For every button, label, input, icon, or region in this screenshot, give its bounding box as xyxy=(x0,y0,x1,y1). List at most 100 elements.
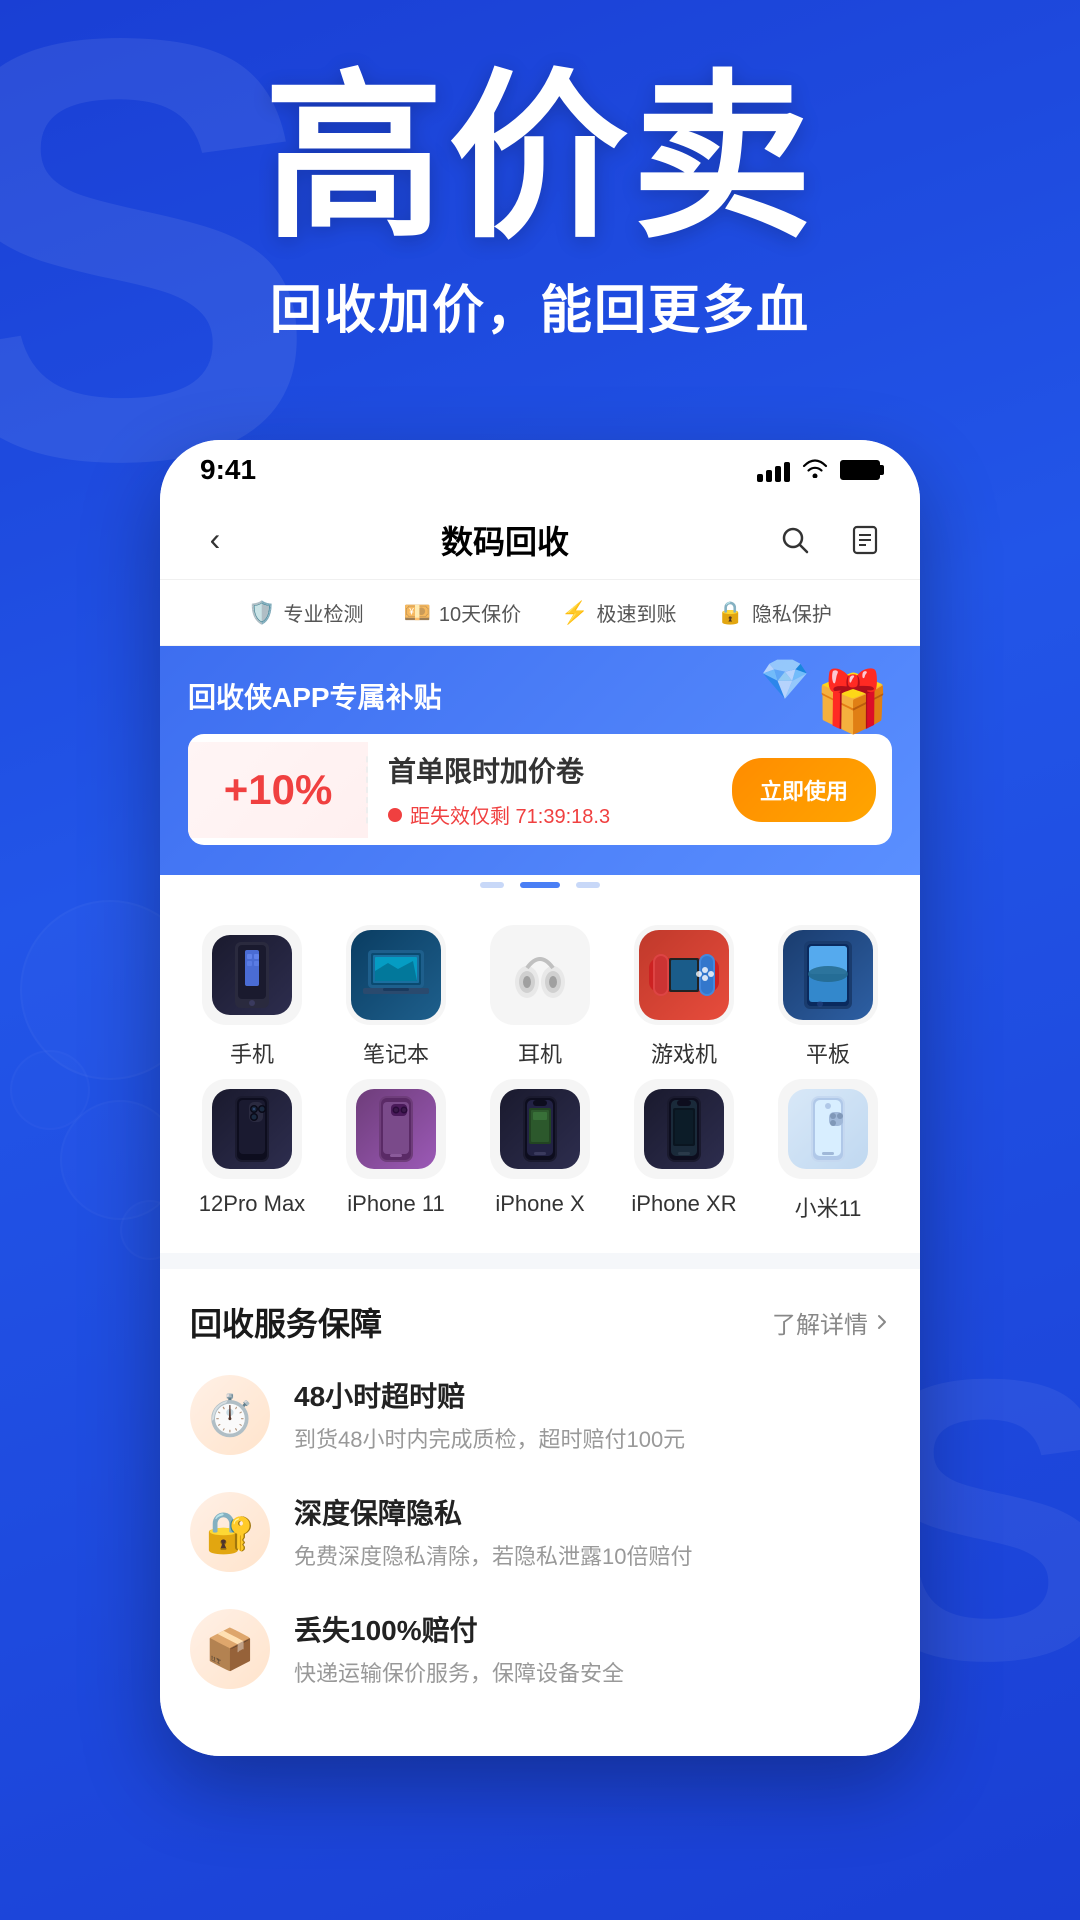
status-time: 9:41 xyxy=(200,454,256,486)
feature-privacy: 🔒 隐私保护 xyxy=(717,598,832,627)
document-button[interactable] xyxy=(840,515,890,565)
tablet-icon xyxy=(783,930,873,1020)
service-content-lost: 丢失100%赔付 快递运输保价服务，保障设备安全 xyxy=(294,1609,890,1690)
iphonex-icon-wrap xyxy=(490,1079,590,1179)
feature-fast-payment: ⚡ 极速到账 xyxy=(561,598,676,627)
coupon-discount: +10% xyxy=(188,742,368,838)
timer-icon: ⏱️ xyxy=(205,1392,255,1439)
category-laptop-label: 笔记本 xyxy=(363,1037,429,1069)
service-icon-lost: 📦 xyxy=(190,1609,270,1689)
bubble-3 xyxy=(10,1050,90,1130)
category-iphonex[interactable]: iPhone X xyxy=(475,1079,605,1223)
category-tablet[interactable]: 平板 xyxy=(763,925,893,1069)
service-icon-48h: ⏱️ xyxy=(190,1375,270,1455)
service-content-privacy: 深度保障隐私 免费深度隐私清除，若隐私泄露10倍赔付 xyxy=(294,1492,890,1573)
service-section: 回收服务保障 了解详情 ⏱️ 48小时超时赔 到货48小时内完成质检，超时赔付1… xyxy=(160,1269,920,1756)
yen-icon: 💴 xyxy=(403,600,430,626)
category-earphone[interactable]: 耳机 xyxy=(475,925,605,1069)
category-laptop[interactable]: 笔记本 xyxy=(331,925,461,1069)
earphone-icon xyxy=(495,930,585,1020)
privacy-icon: 🔐 xyxy=(205,1509,255,1556)
category-iphone11-label: iPhone 11 xyxy=(347,1191,444,1217)
service-desc-48h: 到货48小时内完成质检，超时赔付100元 xyxy=(294,1423,890,1456)
feature-label-2: 10天保价 xyxy=(439,598,521,627)
timer-dot xyxy=(388,808,402,822)
section-divider xyxy=(160,1253,920,1269)
category-xiaomi11[interactable]: 小米11 xyxy=(763,1079,893,1223)
12promax-icon xyxy=(212,1089,292,1169)
nav-title: 数码回收 xyxy=(441,517,569,563)
category-iphonexr[interactable]: iPhone XR xyxy=(619,1079,749,1223)
service-icon-privacy: 🔐 xyxy=(190,1492,270,1572)
phone-mockup: 9:41 ‹ 数码回收 xyxy=(160,440,920,1756)
phone-icon xyxy=(212,935,292,1015)
game-icon-wrap xyxy=(634,925,734,1025)
service-header: 回收服务保障 了解详情 xyxy=(190,1299,890,1345)
signal-icon xyxy=(757,458,790,482)
diamond-decoration: 💎 xyxy=(760,656,810,703)
tablet-icon-wrap xyxy=(778,925,878,1025)
scroll-dot-3 xyxy=(576,882,600,888)
lightning-icon: ⚡ xyxy=(561,600,588,626)
scroll-dot-1 xyxy=(480,882,504,888)
category-xiaomi11-label: 小米11 xyxy=(795,1191,862,1223)
scroll-indicator xyxy=(160,875,920,895)
coupon-name: 首单限时加价卷 xyxy=(388,750,712,790)
feature-label-3: 极速到账 xyxy=(597,598,677,627)
category-iphonex-label: iPhone X xyxy=(495,1191,584,1217)
banner-section: 🎁 💎 回收侠APP专属补贴 +10% 首单限时加价卷 距失效仅剩 71:39:… xyxy=(160,646,920,875)
category-row-1: 手机 xyxy=(180,925,900,1069)
lock-icon: 🔒 xyxy=(717,600,744,626)
service-title: 回收服务保障 xyxy=(190,1299,382,1345)
package-icon: 📦 xyxy=(205,1626,255,1673)
category-12promax[interactable]: 12Pro Max xyxy=(187,1079,317,1223)
category-phone[interactable]: 手机 xyxy=(187,925,317,1069)
status-bar: 9:41 xyxy=(160,440,920,500)
coupon-card: +10% 首单限时加价卷 距失效仅剩 71:39:18.3 立即使用 xyxy=(188,734,892,845)
feature-professional: 🛡️ 专业检测 xyxy=(248,598,363,627)
category-phone-label: 手机 xyxy=(230,1037,274,1069)
service-desc-lost: 快递运输保价服务，保障设备安全 xyxy=(294,1657,890,1690)
service-name-lost: 丢失100%赔付 xyxy=(294,1609,890,1649)
features-bar: 🛡️ 专业检测 💴 10天保价 ⚡ 极速到账 🔒 隐私保护 xyxy=(160,580,920,646)
category-12promax-label: 12Pro Max xyxy=(199,1191,305,1217)
service-item-48h: ⏱️ 48小时超时赔 到货48小时内完成质检，超时赔付100元 xyxy=(190,1375,890,1456)
service-content-48h: 48小时超时赔 到货48小时内完成质检，超时赔付100元 xyxy=(294,1375,890,1456)
nav-actions xyxy=(770,515,890,565)
iphonexr-icon-wrap xyxy=(634,1079,734,1179)
game-icon xyxy=(639,930,729,1020)
battery-icon xyxy=(840,460,880,480)
iphone11-icon-wrap xyxy=(346,1079,446,1179)
category-iphone11[interactable]: iPhone 11 xyxy=(331,1079,461,1223)
gift-decoration: 🎁 xyxy=(815,666,890,737)
laptop-icon xyxy=(351,930,441,1020)
category-row-2: 12Pro Max xyxy=(180,1079,900,1223)
service-more-link[interactable]: 了解详情 xyxy=(772,1305,890,1340)
category-game[interactable]: 游戏机 xyxy=(619,925,749,1069)
coupon-info: 首单限时加价卷 距失效仅剩 71:39:18.3 xyxy=(368,734,732,845)
service-more-label: 了解详情 xyxy=(772,1305,868,1340)
status-icons xyxy=(757,456,880,484)
coupon-timer: 距失效仅剩 71:39:18.3 xyxy=(388,800,712,829)
hero-section: 高价卖 回收加价，能回更多血 xyxy=(0,60,1080,343)
service-name-privacy: 深度保障隐私 xyxy=(294,1492,890,1532)
category-section: 手机 xyxy=(160,895,920,1253)
coupon-percent-value: +10% xyxy=(218,766,338,814)
coupon-timer-text: 距失效仅剩 71:39:18.3 xyxy=(410,800,610,829)
search-button[interactable] xyxy=(770,515,820,565)
scroll-dot-2 xyxy=(520,882,560,888)
category-iphonexr-label: iPhone XR xyxy=(631,1191,736,1217)
iphonexr-icon xyxy=(644,1089,724,1169)
xiaomi11-icon-wrap xyxy=(778,1079,878,1179)
category-earphone-label: 耳机 xyxy=(518,1037,562,1069)
back-button[interactable]: ‹ xyxy=(190,515,240,565)
hero-main-text: 高价卖 xyxy=(0,60,1080,258)
iphone11-icon xyxy=(356,1089,436,1169)
nav-bar: ‹ 数码回收 xyxy=(160,500,920,580)
12promax-icon-wrap xyxy=(202,1079,302,1179)
category-game-label: 游戏机 xyxy=(651,1037,717,1069)
category-tablet-label: 平板 xyxy=(806,1037,850,1069)
laptop-icon-wrap xyxy=(346,925,446,1025)
use-coupon-button[interactable]: 立即使用 xyxy=(732,758,876,822)
feature-label-4: 隐私保护 xyxy=(752,598,832,627)
